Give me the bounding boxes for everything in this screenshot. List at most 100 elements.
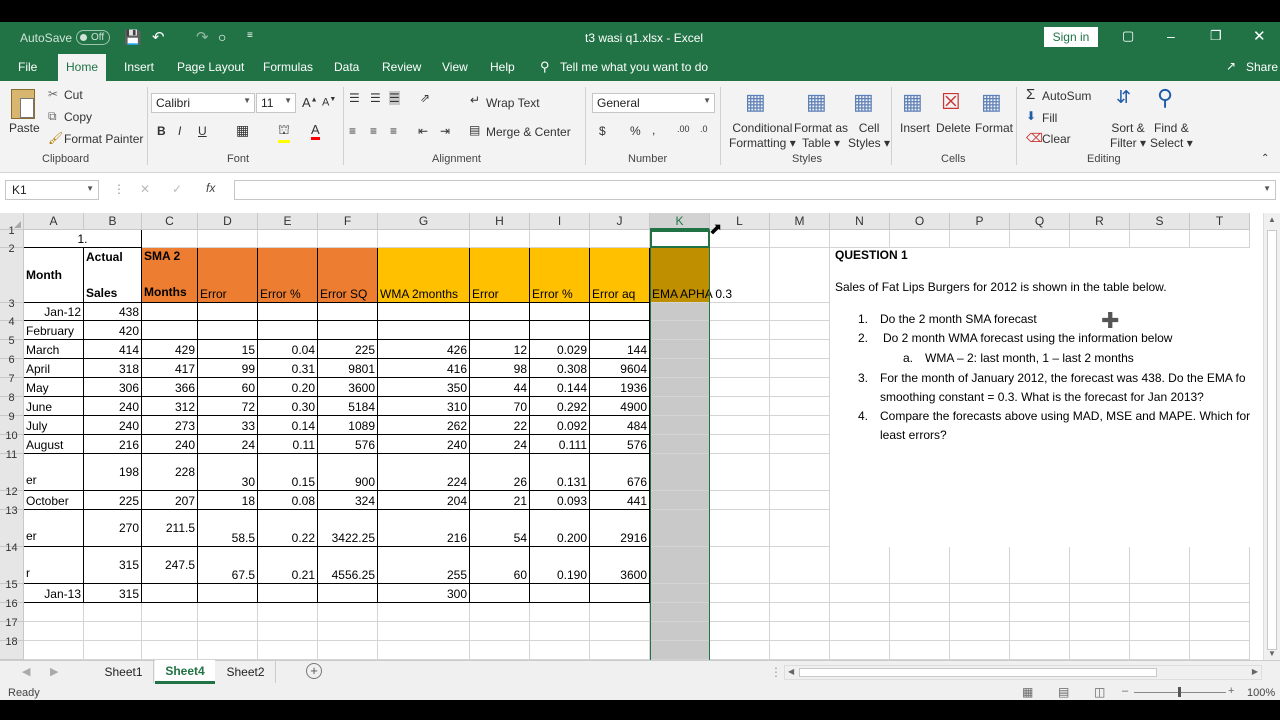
value-cell[interactable]: 240: [84, 416, 142, 435]
ema-cell[interactable]: [650, 584, 710, 603]
empty-cell[interactable]: [1190, 435, 1250, 454]
value-cell[interactable]: 240: [84, 397, 142, 416]
empty-cell[interactable]: [470, 622, 530, 641]
tab-help[interactable]: Help: [482, 54, 523, 81]
value-cell[interactable]: 70: [470, 397, 530, 416]
empty-cell[interactable]: [890, 622, 950, 641]
column-header[interactable]: Q: [1010, 213, 1070, 230]
value-cell[interactable]: 3600: [318, 378, 378, 397]
empty-cell[interactable]: [1130, 303, 1190, 321]
value-cell[interactable]: 0.111: [530, 435, 590, 454]
value-cell[interactable]: 98: [470, 359, 530, 378]
grow-font-icon[interactable]: A▲: [302, 95, 318, 110]
value-cell[interactable]: 198: [84, 454, 142, 491]
empty-cell[interactable]: [1130, 584, 1190, 603]
empty-cell[interactable]: [1070, 230, 1130, 248]
empty-cell[interactable]: [1070, 435, 1130, 454]
empty-cell[interactable]: [1070, 622, 1130, 641]
ema-cell[interactable]: [650, 340, 710, 359]
header-error[interactable]: Error: [198, 248, 258, 303]
empty-cell[interactable]: [1130, 547, 1190, 584]
empty-cell[interactable]: [1130, 641, 1190, 660]
value-cell[interactable]: 438: [84, 303, 142, 321]
worksheet-grid[interactable]: ABCDEFGHIJKLMNOPQRST 1 2 3 4 5 6 7 8 9 10 11 12 13 14…: [0, 213, 1280, 660]
value-cell[interactable]: [530, 584, 590, 603]
value-cell[interactable]: 24: [198, 435, 258, 454]
empty-cell[interactable]: [950, 584, 1010, 603]
empty-cell[interactable]: [710, 491, 770, 510]
value-cell[interactable]: 0.190: [530, 547, 590, 584]
empty-cell[interactable]: [770, 378, 830, 397]
value-cell[interactable]: 255: [378, 547, 470, 584]
column-header[interactable]: B: [84, 213, 142, 230]
empty-cell[interactable]: [1190, 248, 1250, 303]
horizontal-scrollbar[interactable]: ◀ ▶: [784, 665, 1262, 680]
value-cell[interactable]: 315: [84, 584, 142, 603]
value-cell[interactable]: 26: [470, 454, 530, 491]
empty-cell[interactable]: [84, 603, 142, 622]
align-center-icon[interactable]: ≡: [370, 124, 377, 138]
empty-cell[interactable]: [950, 248, 1010, 303]
page-layout-view-icon[interactable]: ▤: [1058, 685, 1069, 699]
value-cell[interactable]: 9604: [590, 359, 650, 378]
value-cell[interactable]: 0.308: [530, 359, 590, 378]
prev-sheet-icon[interactable]: ◀: [22, 665, 30, 678]
empty-cell[interactable]: [1130, 603, 1190, 622]
paste-icon[interactable]: [11, 89, 35, 119]
redo-icon[interactable]: ↷: [196, 28, 209, 46]
month-cell[interactable]: March: [24, 340, 84, 359]
decrease-indent-icon[interactable]: ⇤: [418, 124, 428, 138]
value-cell[interactable]: 0.200: [530, 510, 590, 547]
column-header[interactable]: N: [830, 213, 890, 230]
font-size-combo[interactable]: 11 ▼: [256, 93, 296, 113]
tab-formulas[interactable]: Formulas: [255, 54, 321, 81]
value-cell[interactable]: 225: [84, 491, 142, 510]
column-header[interactable]: H: [470, 213, 530, 230]
ema-cell[interactable]: [650, 603, 710, 622]
page-break-view-icon[interactable]: ◫: [1094, 685, 1105, 699]
empty-cell[interactable]: [84, 641, 142, 660]
empty-cell[interactable]: [1190, 641, 1250, 660]
value-cell[interactable]: [142, 303, 198, 321]
value-cell[interactable]: [470, 303, 530, 321]
empty-cell[interactable]: [830, 454, 890, 491]
empty-cell[interactable]: [1130, 435, 1190, 454]
value-cell[interactable]: 350: [378, 378, 470, 397]
value-cell[interactable]: 216: [378, 510, 470, 547]
empty-cell[interactable]: [830, 491, 890, 510]
empty-cell[interactable]: [318, 622, 378, 641]
column-header[interactable]: S: [1130, 213, 1190, 230]
save-icon[interactable]: 💾: [124, 29, 141, 46]
tab-page-layout[interactable]: Page Layout: [169, 54, 252, 81]
empty-cell[interactable]: [378, 622, 470, 641]
empty-cell[interactable]: [710, 584, 770, 603]
value-cell[interactable]: 484: [590, 416, 650, 435]
empty-cell[interactable]: [770, 622, 830, 641]
fill-button[interactable]: Fill: [1042, 111, 1057, 125]
ema-cell[interactable]: [650, 641, 710, 660]
value-cell[interactable]: 58.5: [198, 510, 258, 547]
value-cell[interactable]: 315: [84, 547, 142, 584]
column-header[interactable]: K: [650, 213, 710, 230]
value-cell[interactable]: 15: [198, 340, 258, 359]
empty-cell[interactable]: [1010, 230, 1070, 248]
column-header[interactable]: I: [530, 213, 590, 230]
minimize-icon[interactable]: –: [1167, 28, 1175, 44]
empty-cell[interactable]: [530, 603, 590, 622]
value-cell[interactable]: 247.5: [142, 547, 198, 584]
value-cell[interactable]: 366: [142, 378, 198, 397]
month-cell[interactable]: May: [24, 378, 84, 397]
currency-icon[interactable]: $: [599, 124, 606, 138]
value-cell[interactable]: 224: [378, 454, 470, 491]
value-cell[interactable]: 207: [142, 491, 198, 510]
value-cell[interactable]: 900: [318, 454, 378, 491]
row-header[interactable]: 18: [0, 636, 24, 660]
empty-cell[interactable]: [890, 603, 950, 622]
tab-home[interactable]: Home: [58, 54, 107, 81]
find-select-button[interactable]: Find & Select ▾: [1150, 121, 1193, 151]
empty-cell[interactable]: [710, 359, 770, 378]
value-cell[interactable]: [318, 584, 378, 603]
empty-cell[interactable]: [142, 603, 198, 622]
column-header[interactable]: E: [258, 213, 318, 230]
circle-icon[interactable]: ○: [218, 29, 226, 45]
